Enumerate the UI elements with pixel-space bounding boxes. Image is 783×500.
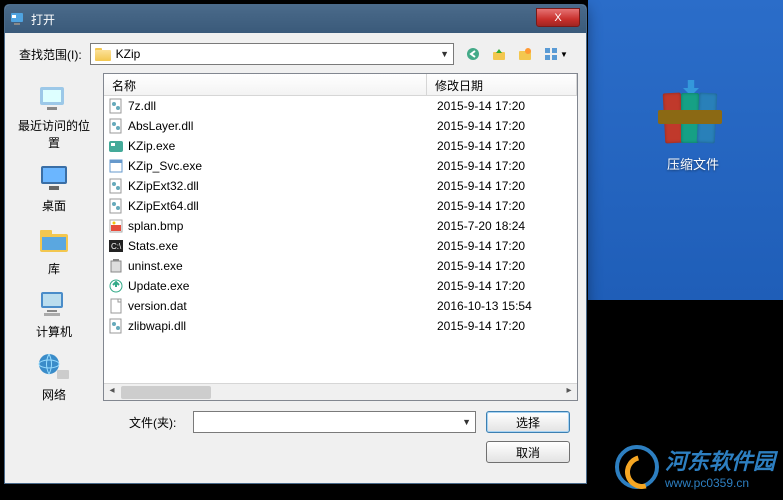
file-date: 2015-9-14 17:20 (429, 99, 577, 113)
desktop-icon (36, 161, 72, 195)
open-file-dialog: 打开 X 查找范围(I): KZip ▼ ▼ 最近访问的位置 桌面 (4, 4, 587, 484)
file-name: KZip_Svc.exe (128, 159, 429, 173)
computer-icon (36, 287, 72, 321)
file-name: KZipExt64.dll (128, 199, 429, 213)
file-row[interactable]: KZip.exe2015-9-14 17:20 (104, 136, 577, 156)
file-row[interactable]: version.dat2016-10-13 15:54 (104, 296, 577, 316)
file-date: 2015-9-14 17:20 (429, 319, 577, 333)
sidebar-recent-label: 最近访问的位置 (13, 117, 95, 151)
file-type-icon (108, 318, 124, 334)
file-date: 2015-9-14 17:20 (429, 239, 577, 253)
sidebar-libraries[interactable]: 库 (9, 220, 99, 281)
file-date: 2015-9-14 17:20 (429, 199, 577, 213)
nav-back-button[interactable] (462, 43, 484, 65)
sidebar-network[interactable]: 网络 (9, 346, 99, 407)
watermark-url: www.pc0359.cn (665, 476, 775, 490)
file-type-icon (108, 158, 124, 174)
file-type-icon (108, 118, 124, 134)
libraries-icon (36, 224, 72, 258)
cancel-button[interactable]: 取消 (486, 441, 570, 463)
sidebar-computer[interactable]: 计算机 (9, 283, 99, 344)
current-folder-name: KZip (116, 47, 141, 61)
view-menu-button[interactable]: ▼ (540, 43, 572, 65)
file-row[interactable]: splan.bmp2015-7-20 18:24 (104, 216, 577, 236)
file-date: 2015-9-14 17:20 (429, 139, 577, 153)
file-name: zlibwapi.dll (128, 319, 429, 333)
column-name[interactable]: 名称 (104, 74, 427, 95)
scrollbar-thumb[interactable] (121, 386, 211, 399)
recent-places-icon (36, 81, 72, 115)
file-date: 2016-10-13 15:54 (429, 299, 577, 313)
dialog-title: 打开 (31, 11, 55, 28)
select-button[interactable]: 选择 (486, 411, 570, 433)
horizontal-scrollbar[interactable] (104, 383, 577, 400)
file-type-icon (108, 278, 124, 294)
file-name: splan.bmp (128, 219, 429, 233)
file-row[interactable]: AbsLayer.dll2015-9-14 17:20 (104, 116, 577, 136)
sidebar-computer-label: 计算机 (13, 323, 95, 340)
file-row[interactable]: KZipExt64.dll2015-9-14 17:20 (104, 196, 577, 216)
desktop-archive-shortcut[interactable]: 压缩文件 (658, 90, 728, 173)
file-name: Stats.exe (128, 239, 429, 253)
file-row[interactable]: KZip_Svc.exe2015-9-14 17:20 (104, 156, 577, 176)
file-name: KZipExt32.dll (128, 179, 429, 193)
file-name: uninst.exe (128, 259, 429, 273)
filename-combobox[interactable]: ▼ (193, 411, 476, 433)
sidebar-recent[interactable]: 最近访问的位置 (9, 77, 99, 155)
file-type-icon: C:\ (108, 238, 124, 254)
close-button[interactable]: X (536, 8, 580, 27)
sidebar-desktop-label: 桌面 (13, 197, 95, 214)
file-name: 7z.dll (128, 99, 429, 113)
file-name: AbsLayer.dll (128, 119, 429, 133)
file-row[interactable]: KZipExt32.dll2015-9-14 17:20 (104, 176, 577, 196)
look-in-dropdown[interactable]: KZip ▼ (90, 43, 454, 65)
file-row[interactable]: 7z.dll2015-9-14 17:20 (104, 96, 577, 116)
dialog-icon (9, 11, 25, 27)
list-header[interactable]: 名称 修改日期 (104, 74, 577, 96)
look-in-toolbar: 查找范围(I): KZip ▼ ▼ (5, 33, 586, 73)
file-date: 2015-9-14 17:20 (429, 179, 577, 193)
sidebar-network-label: 网络 (13, 386, 95, 403)
desktop-background: 压缩文件 (588, 0, 783, 300)
places-sidebar: 最近访问的位置 桌面 库 计算机 网络 (5, 73, 103, 471)
file-type-icon (108, 218, 124, 234)
titlebar[interactable]: 打开 X (5, 5, 586, 33)
file-type-icon (108, 258, 124, 274)
file-name: version.dat (128, 299, 429, 313)
file-date: 2015-9-14 17:20 (429, 279, 577, 293)
file-type-icon (108, 98, 124, 114)
file-date: 2015-9-14 17:20 (429, 259, 577, 273)
file-type-icon (108, 298, 124, 314)
archive-label: 压缩文件 (658, 154, 728, 173)
file-type-icon (108, 138, 124, 154)
file-name: KZip.exe (128, 139, 429, 153)
new-folder-button[interactable] (514, 43, 536, 65)
archive-books-icon (658, 90, 728, 146)
file-row[interactable]: zlibwapi.dll2015-9-14 17:20 (104, 316, 577, 336)
network-icon (36, 350, 72, 384)
nav-up-button[interactable] (488, 43, 510, 65)
watermark-logo-icon (615, 445, 659, 489)
sidebar-desktop[interactable]: 桌面 (9, 157, 99, 218)
chevron-down-icon: ▼ (440, 49, 449, 59)
svg-text:C:\: C:\ (111, 242, 122, 251)
filename-label: 文件(夹): (111, 414, 183, 431)
file-date: 2015-9-14 17:20 (429, 119, 577, 133)
watermark-name: 河东软件园 (665, 449, 775, 474)
folder-icon (95, 48, 111, 61)
file-row[interactable]: Update.exe2015-9-14 17:20 (104, 276, 577, 296)
file-row[interactable]: C:\ Stats.exe2015-9-14 17:20 (104, 236, 577, 256)
chevron-down-icon: ▼ (462, 417, 471, 427)
file-type-icon (108, 178, 124, 194)
file-type-icon (108, 198, 124, 214)
sidebar-libraries-label: 库 (13, 260, 95, 277)
watermark: 河东软件园 www.pc0359.cn (615, 444, 775, 490)
column-date[interactable]: 修改日期 (427, 74, 577, 95)
file-row[interactable]: uninst.exe2015-9-14 17:20 (104, 256, 577, 276)
file-date: 2015-9-14 17:20 (429, 159, 577, 173)
file-name: Update.exe (128, 279, 429, 293)
file-date: 2015-7-20 18:24 (429, 219, 577, 233)
look-in-label: 查找范围(I): (19, 46, 82, 63)
file-list: 名称 修改日期 7z.dll2015-9-14 17:20AbsLayer.dl… (103, 73, 578, 401)
